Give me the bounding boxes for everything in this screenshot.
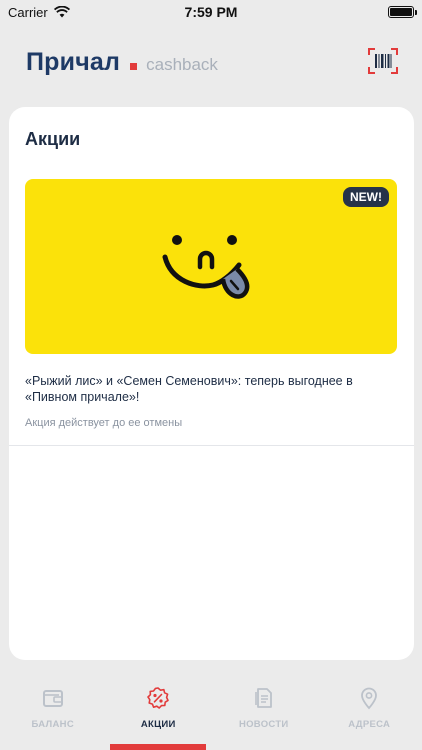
battery-icon <box>388 6 417 18</box>
status-bar: Carrier 7:59 PM <box>0 0 422 24</box>
tab-addresses[interactable]: АДРЕСА <box>317 680 422 742</box>
page-title: Акции <box>25 129 81 149</box>
brand-name: Причал <box>26 47 121 76</box>
app-header: Причал cashback <box>0 40 422 84</box>
active-tab-indicator <box>110 744 206 750</box>
brand-logo: Причал cashback <box>26 48 218 77</box>
divider <box>9 445 414 446</box>
promo-text[interactable]: «Рыжий лис» и «Семен Семенович»: теперь … <box>25 373 395 405</box>
barcode-scan-button[interactable] <box>368 48 398 74</box>
brand-subtitle: cashback <box>146 55 218 74</box>
wallet-icon <box>42 690 63 707</box>
location-pin-icon <box>361 687 378 710</box>
tab-label-promotions: АКЦИИ <box>140 719 176 730</box>
promo-banner[interactable]: NEW! <box>25 179 397 354</box>
tongue-smiley-icon <box>162 235 250 299</box>
promo-validity: Акция действует до ее отмены <box>25 417 183 429</box>
tab-promotions[interactable]: АКЦИИ <box>106 680 212 742</box>
status-left: Carrier <box>8 5 70 20</box>
barcode-scan-icon <box>368 48 398 74</box>
tab-label-news: НОВОСТИ <box>238 719 289 730</box>
tab-label-addresses: АДРЕСА <box>348 719 391 730</box>
brand-dot <box>130 62 138 70</box>
new-badge: NEW! <box>343 187 389 207</box>
tab-bar: БАЛАНС АКЦИИ НОВОСТИ АДРЕСА <box>0 680 422 742</box>
tab-label-balance: БАЛАНС <box>31 719 74 730</box>
battery-fill <box>390 8 412 16</box>
tab-balance[interactable]: БАЛАНС <box>0 680 106 742</box>
promotions-card: Акции NEW! «Рыжий лис» и «Семен Семенови… <box>9 107 414 660</box>
news-icon <box>254 688 272 708</box>
carrier-label: Carrier <box>8 4 48 20</box>
wifi-icon <box>53 6 70 18</box>
percent-badge-icon <box>147 687 170 709</box>
tab-news[interactable]: НОВОСТИ <box>211 680 317 742</box>
